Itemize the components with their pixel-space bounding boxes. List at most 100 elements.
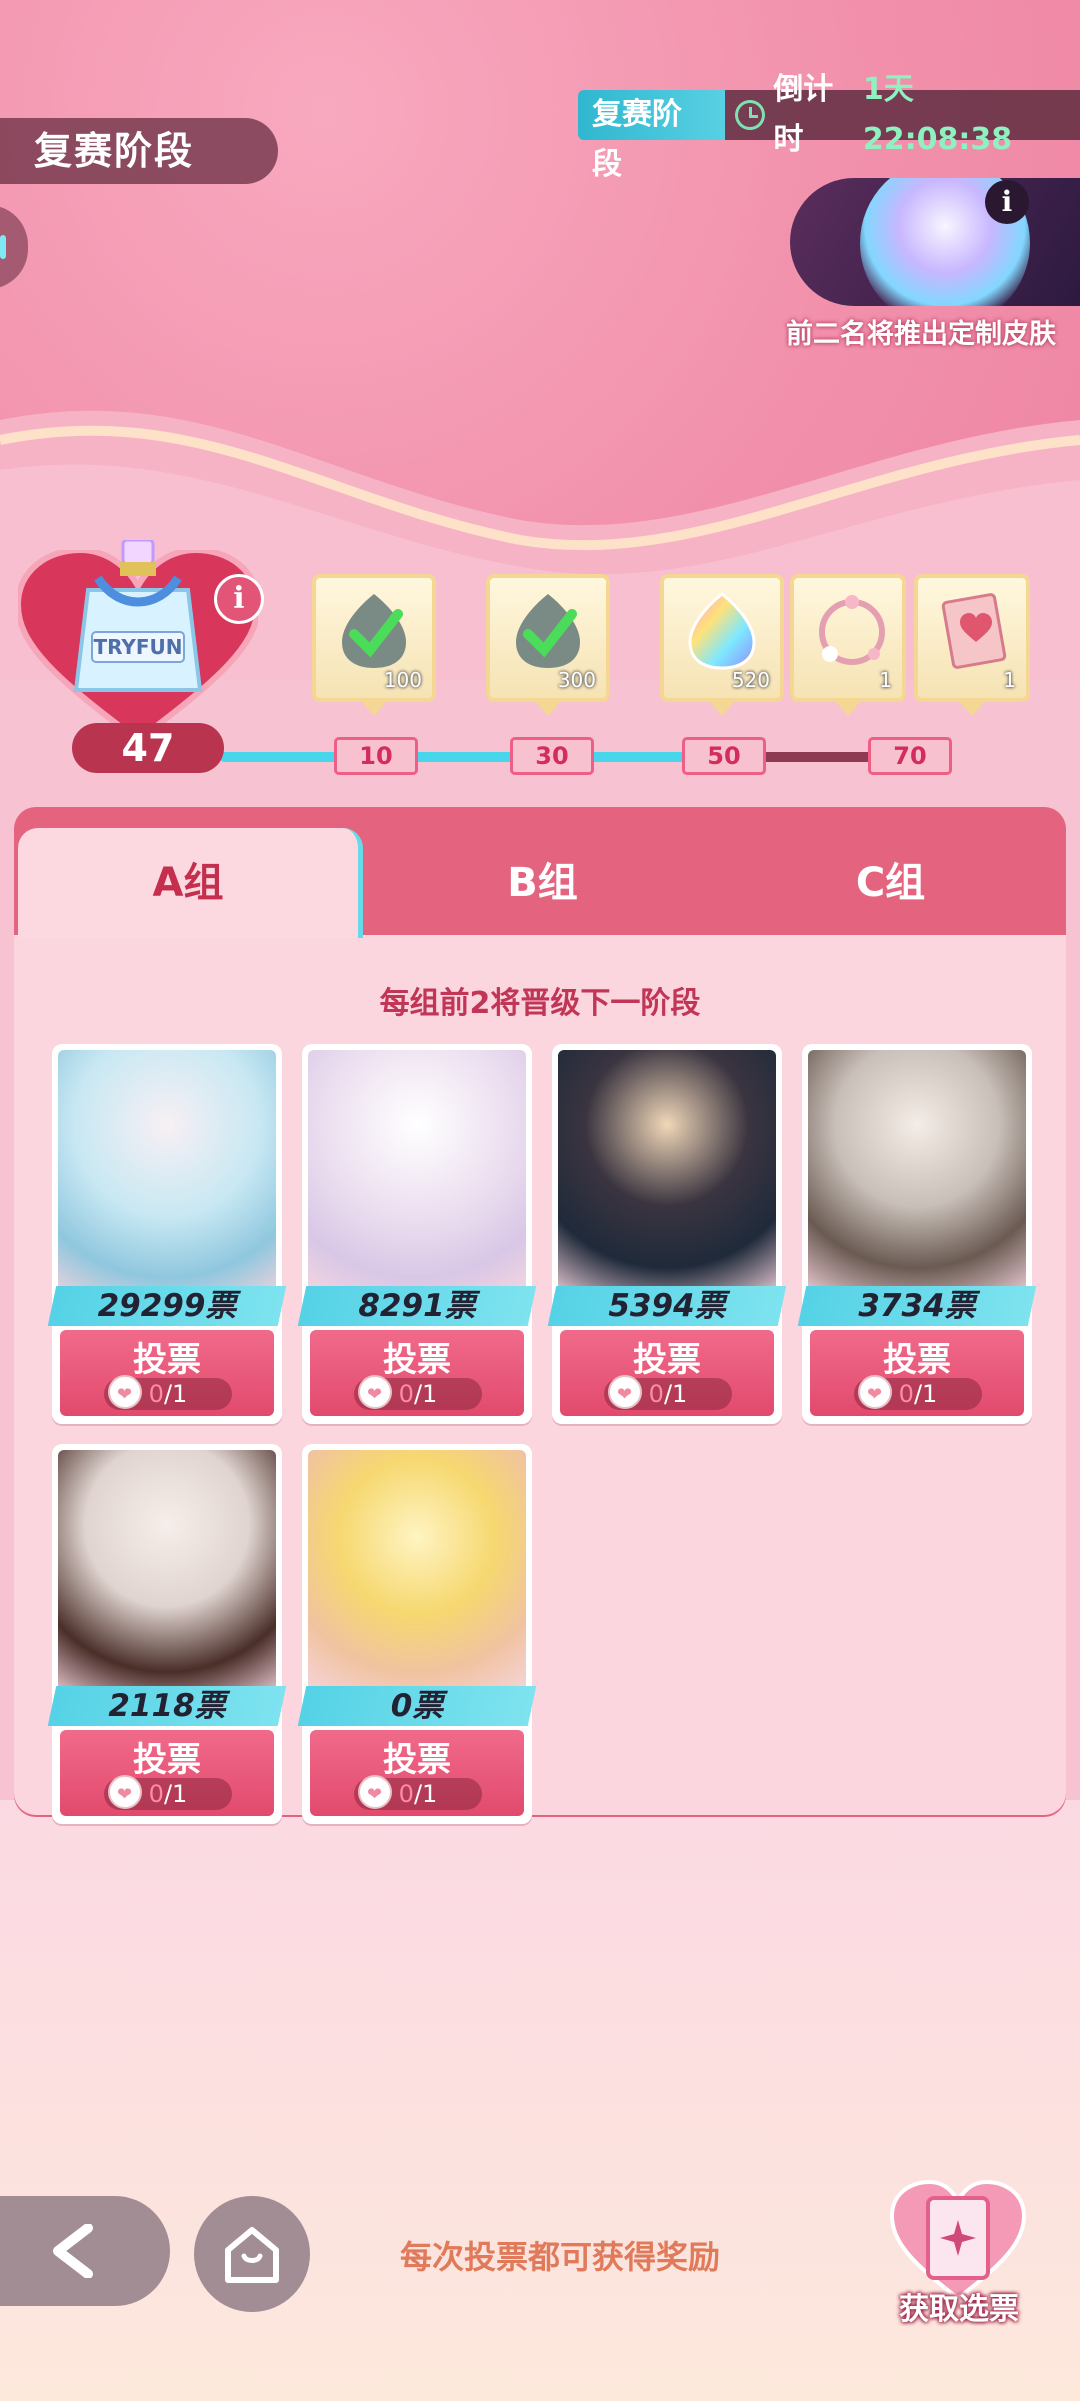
candidate-card[interactable]: 3734票 投票 0/1 [797,1044,1037,1424]
vote-usage: 0/1 [604,1375,732,1411]
ballot-heart-icon [108,1775,142,1811]
flower-frame-icon [819,595,885,665]
vote-usage: 0/1 [104,1375,232,1411]
tab-group-b[interactable]: B组 [370,828,715,938]
milestone-10: 10 [334,737,418,775]
get-votes-label: 获取选票 [899,2292,1019,2327]
vote-usage: 0/1 [354,1775,482,1811]
progress-info-button[interactable]: i [214,574,264,624]
timer-phase-label: 复赛阶段 [578,90,726,182]
candidate-votes: 29299票 [97,1288,237,1324]
vote-count-total: 47 [72,723,224,773]
reward-quantity: 1 [879,668,892,692]
candidate-card[interactable]: 2118票 投票 0/1 [47,1444,287,1824]
vote-used: 0 [148,1780,164,1808]
timer-countdown: 倒计时 1天22:08:38 [725,72,1080,157]
vote-button[interactable]: 投票 0/1 [810,1330,1024,1416]
candidate-card[interactable]: 0票 投票 0/1 [297,1444,537,1824]
countdown-timer: 复赛阶段 倒计时 1天22:08:38 [578,72,1080,182]
stage-title: 复赛阶段 [0,118,278,184]
vote-used: 0 [148,1380,164,1408]
reward-slot[interactable]: 520 [660,574,784,716]
check-gem-icon [342,594,406,668]
vote-usage: 0/1 [104,1775,232,1811]
candidate-portrait [558,1050,776,1298]
tab-group-a[interactable]: A组 [18,828,363,938]
ballot-heart-icon [858,1375,892,1411]
vote-button-label: 投票 [383,1740,451,1780]
vote-limit: /1 [413,1780,438,1808]
vote-used: 0 [398,1780,414,1808]
candidate-portrait [308,1050,526,1298]
svg-text:TRYFUN: TRYFUN [93,635,182,659]
vote-used: 0 [648,1380,664,1408]
vote-limit: /1 [663,1380,688,1408]
banner-info-button[interactable]: i [985,180,1029,224]
vote-limit: /1 [413,1380,438,1408]
vote-button[interactable]: 投票 0/1 [60,1730,274,1816]
vote-button-label: 投票 [133,1740,201,1780]
vote-limit: /1 [913,1380,938,1408]
candidate-card[interactable]: 5394票 投票 0/1 [547,1044,787,1424]
milestone-70: 70 [868,737,952,775]
reward-slot[interactable]: 100 [312,574,436,716]
milestone-50: 50 [682,737,766,775]
tab-group-c[interactable]: C组 [718,828,1063,938]
reward-tip: 每次投票都可获得奖励 [400,2238,721,2276]
vote-usage: 0/1 [354,1375,482,1411]
reward-slot[interactable]: 300 [486,574,610,716]
candidate-card[interactable]: 29299票 投票 0/1 [47,1044,287,1424]
candidate-portrait [58,1050,276,1298]
progress-fill [220,752,698,762]
vote-button-label: 投票 [633,1340,701,1380]
candidate-portrait [808,1050,1026,1298]
vote-button[interactable]: 投票 0/1 [560,1330,774,1416]
candidate-portrait [58,1450,276,1698]
back-button[interactable] [0,2196,170,2306]
home-button[interactable] [194,2196,310,2312]
vote-button-label: 投票 [383,1340,451,1380]
vote-limit: /1 [163,1380,188,1408]
ballot-heart-icon [358,1775,392,1811]
candidate-votes: 8291票 [358,1288,476,1324]
check-gem-icon [516,594,580,668]
banner-caption: 前二名将推出定制皮肤 [786,319,1056,350]
home-icon [225,2227,279,2283]
candidate-votes: 0票 [390,1688,444,1724]
vote-usage: 0/1 [854,1375,982,1411]
vote-button[interactable]: 投票 0/1 [310,1730,524,1816]
chevron-left-icon [53,2224,93,2278]
candidate-votes: 3734票 [858,1288,976,1324]
reward-slot[interactable]: 1 [790,574,906,716]
reward-quantity: 300 [557,668,596,692]
ballot-heart-icon [358,1375,392,1411]
advance-notice: 每组前2将晋级下一阶段 [379,986,701,1021]
candidate-portrait [308,1450,526,1698]
reward-quantity: 100 [383,668,422,692]
heart-card-icon [941,593,1007,669]
candidate-votes: 5394票 [608,1288,726,1324]
custom-skin-banner[interactable] [790,178,1080,306]
timer-value: 1天22:08:38 [862,72,1013,157]
vote-limit: /1 [163,1780,188,1808]
reward-slot[interactable]: 1 [914,574,1030,716]
ballot-heart-icon [608,1375,642,1411]
vote-used: 0 [398,1380,414,1408]
vote-button-label: 投票 [133,1340,201,1380]
reward-quantity: 520 [731,668,770,692]
ballot-card-icon [889,2179,1027,2301]
perfume-bottle-icon: TRYFUN [73,540,203,692]
vote-button-label: 投票 [883,1340,951,1380]
ballot-heart-icon [108,1375,142,1411]
rainbow-gem-icon [688,592,756,670]
perfume-bottle-emblem: TRYFUN [18,530,258,750]
candidate-votes: 2118票 [108,1688,226,1724]
candidate-card[interactable]: 8291票 投票 0/1 [297,1044,537,1424]
vote-used: 0 [898,1380,914,1408]
vote-button[interactable]: 投票 0/1 [310,1330,524,1416]
clock-icon [735,100,766,130]
timer-prefix: 倒计时 [773,72,834,157]
reward-quantity: 1 [1003,668,1016,692]
vote-button[interactable]: 投票 0/1 [60,1330,274,1416]
milestone-30: 30 [510,737,594,775]
